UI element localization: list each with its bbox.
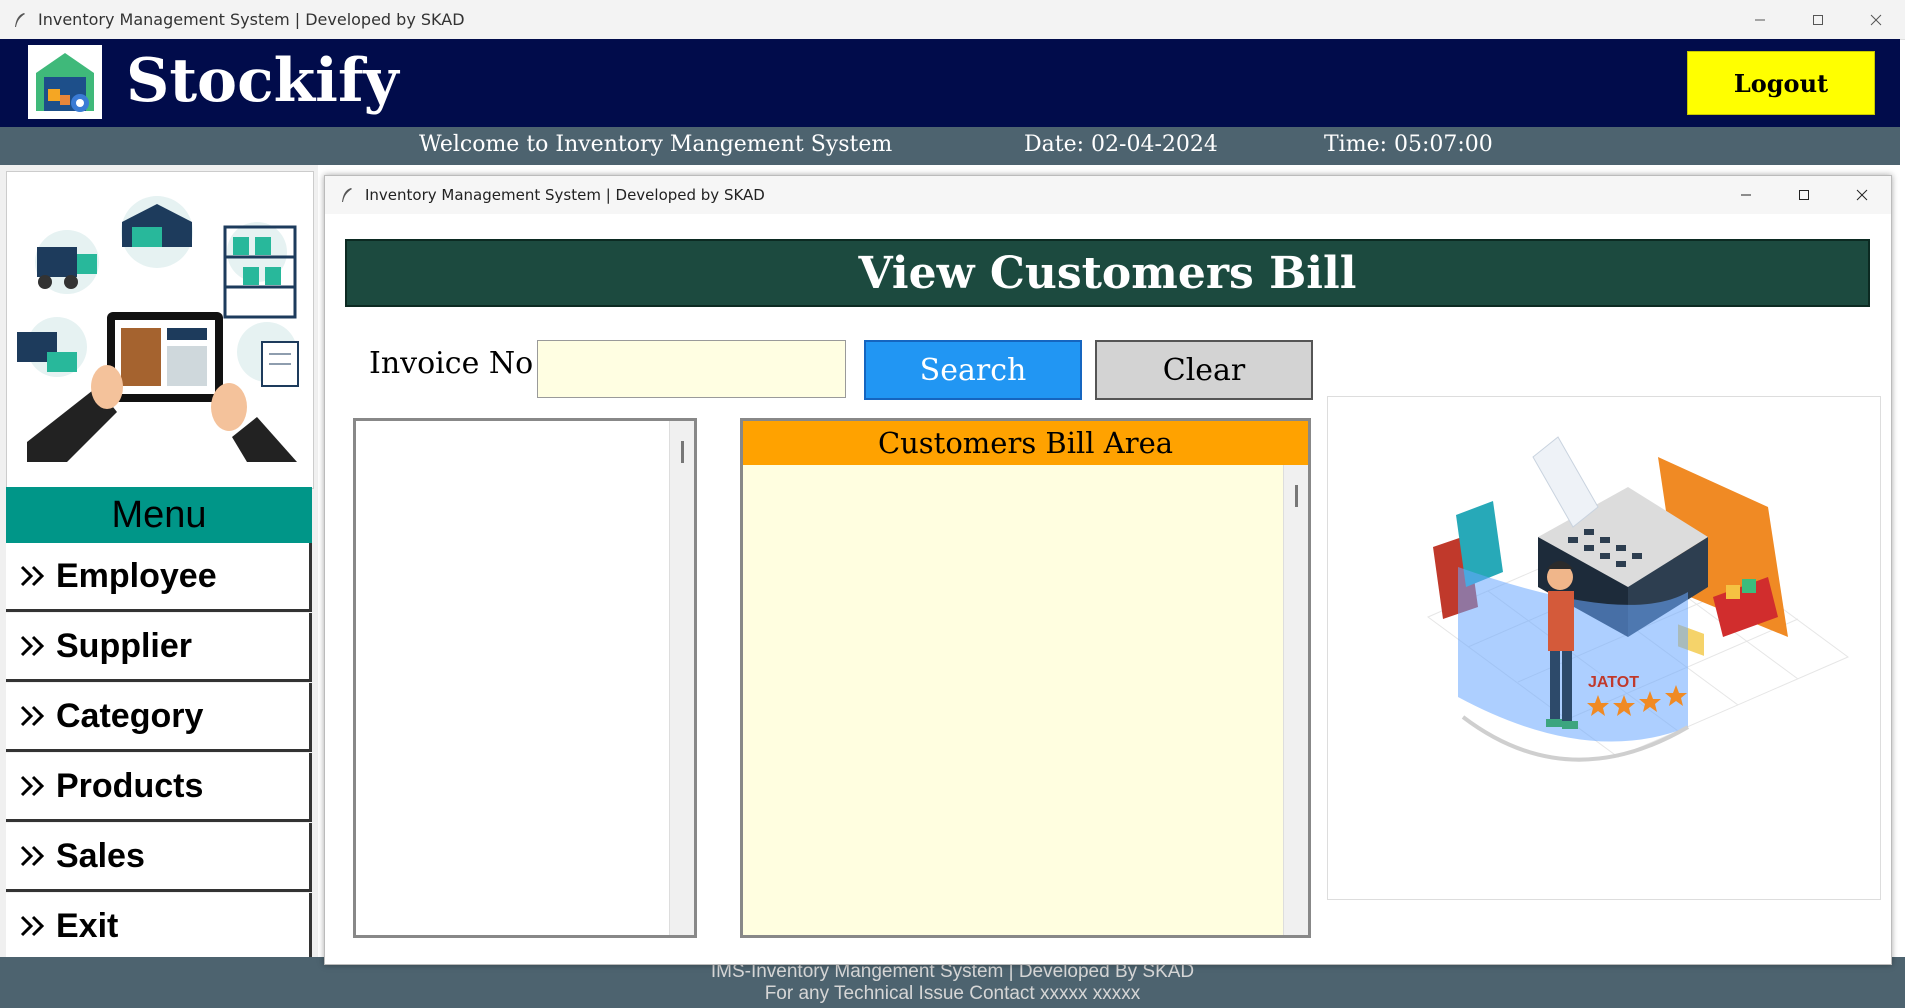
menu-item-label: Supplier — [56, 626, 193, 665]
feather-icon — [342, 188, 352, 202]
maximize-icon[interactable] — [1789, 0, 1847, 39]
invoice-no-label: Invoice No — [369, 346, 534, 381]
page-title: View Customers Bill — [345, 239, 1870, 307]
illustration-total-text: JATOT — [1588, 674, 1639, 691]
feather-icon — [15, 12, 25, 27]
invoice-no-input[interactable] — [537, 340, 846, 398]
menu-heading: Menu — [6, 487, 312, 543]
menu-item-label: Category — [56, 696, 204, 735]
maximize-icon[interactable] — [1775, 176, 1833, 214]
double-chevron-right-icon — [20, 845, 45, 867]
date-text: Date: 02-04-2024 — [1024, 132, 1218, 157]
menu-item-employee[interactable]: Employee — [6, 543, 312, 612]
scrollbar-thumb[interactable] — [1295, 485, 1298, 507]
os-titlebar: Inventory Management System | Developed … — [0, 0, 1905, 40]
footer-line-2: For any Technical Issue Contact xxxxx xx… — [764, 983, 1141, 1004]
warehouse-logo-icon — [28, 45, 102, 119]
menu-item-label: Exit — [56, 906, 119, 945]
info-strip: Welcome to Inventory Mangement System Da… — [0, 127, 1900, 165]
app-header: Stockify Logout — [0, 39, 1900, 127]
billing-illustration: JATOT — [1327, 396, 1881, 900]
menu-item-label: Products — [56, 766, 204, 805]
inventory-illustration — [6, 171, 314, 489]
logout-button[interactable]: Logout — [1687, 51, 1875, 115]
double-chevron-right-icon — [20, 705, 45, 727]
menu-item-supplier[interactable]: Supplier — [6, 613, 312, 682]
close-icon[interactable] — [1847, 0, 1905, 39]
os-window-controls — [1731, 0, 1905, 39]
minimize-icon[interactable] — [1717, 176, 1775, 214]
app-name: Stockify — [126, 46, 399, 116]
os-window-title: Inventory Management System | Developed … — [38, 10, 465, 29]
child-window-title: Inventory Management System | Developed … — [365, 186, 765, 204]
double-chevron-right-icon — [20, 565, 45, 587]
bill-area-heading: Customers Bill Area — [743, 421, 1308, 465]
menu-item-label: Employee — [56, 556, 217, 595]
child-titlebar: Inventory Management System | Developed … — [325, 176, 1891, 214]
bill-area-scrollbar[interactable] — [1283, 465, 1308, 935]
customers-bill-area[interactable]: Customers Bill Area — [740, 418, 1311, 938]
left-menu-panel: Menu Employee Supplier Category Products — [0, 165, 318, 962]
menu-item-category[interactable]: Category — [6, 683, 312, 752]
double-chevron-right-icon — [20, 775, 45, 797]
menu-item-products[interactable]: Products — [6, 753, 312, 822]
time-text: Time: 05:07:00 — [1324, 132, 1493, 157]
clear-button[interactable]: Clear — [1095, 340, 1313, 400]
child-window-controls — [1717, 176, 1891, 214]
invoice-list[interactable] — [353, 418, 697, 938]
menu-item-exit[interactable]: Exit — [6, 893, 312, 962]
minimize-icon[interactable] — [1731, 0, 1789, 39]
search-button[interactable]: Search — [864, 340, 1082, 400]
close-icon[interactable] — [1833, 176, 1891, 214]
double-chevron-right-icon — [20, 915, 45, 937]
welcome-text: Welcome to Inventory Mangement System — [419, 132, 893, 157]
double-chevron-right-icon — [20, 635, 45, 657]
view-customers-bill-window: Inventory Management System | Developed … — [324, 175, 1892, 965]
invoice-list-scrollbar[interactable] — [669, 421, 694, 935]
scrollbar-thumb[interactable] — [681, 441, 684, 463]
menu-item-sales[interactable]: Sales — [6, 823, 312, 892]
menu-item-label: Sales — [56, 836, 145, 875]
